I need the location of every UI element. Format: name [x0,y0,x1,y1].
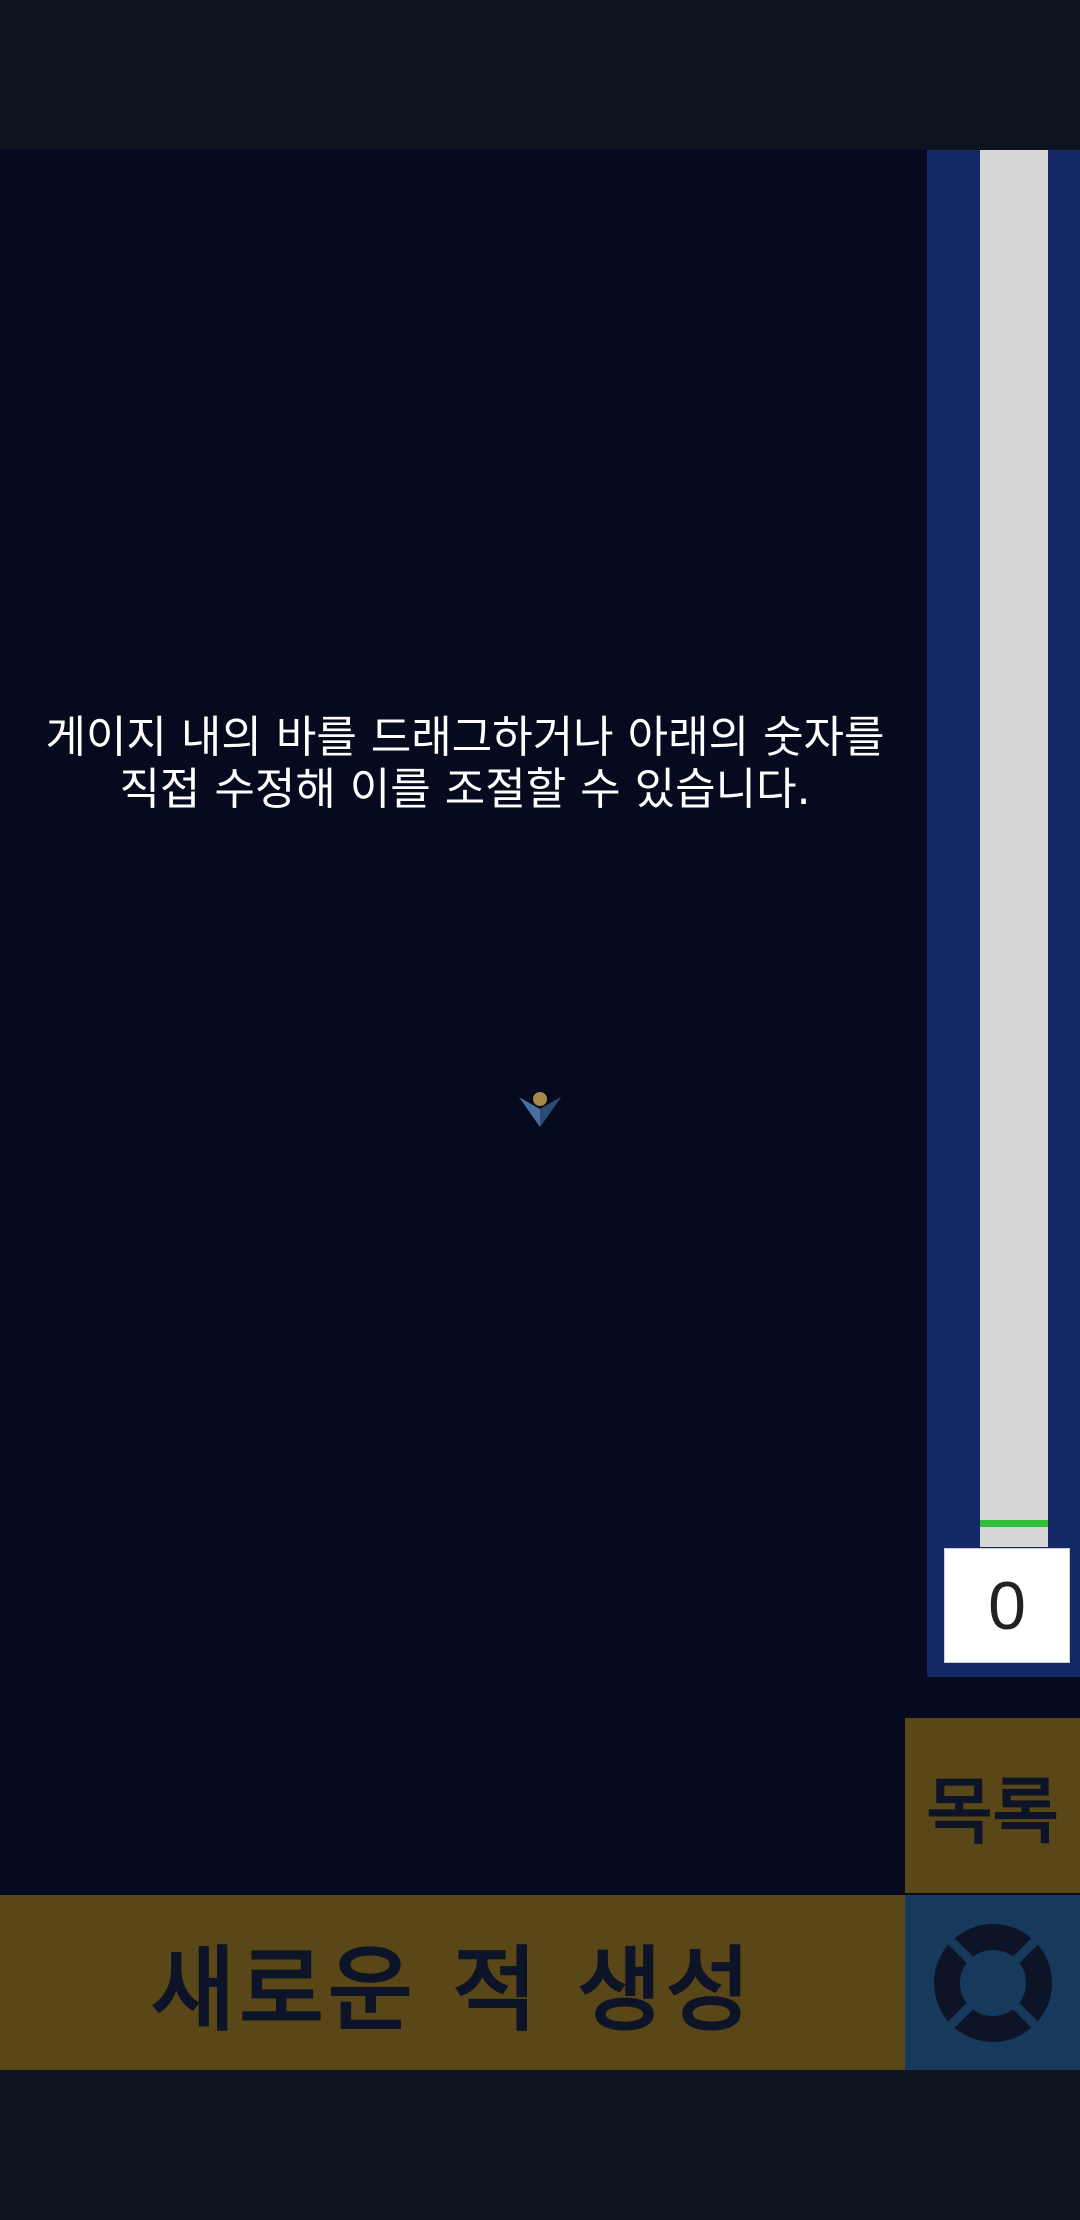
gauge-track[interactable] [980,150,1048,1547]
hint-text: 게이지 내의 바를 드래그하거나 아래의 숫자를 직접 수정해 이를 조절할 수… [45,712,885,815]
list-button-label: 목록 [926,1770,1059,1854]
status-bar [0,0,1080,150]
list-button[interactable]: 목록 [905,1718,1080,1893]
player-ship-icon [519,1092,561,1127]
gauge-value-input[interactable] [944,1548,1070,1663]
navigation-bar [0,2070,1080,2220]
spawn-enemy-button[interactable]: 새로운 적 생성 [0,1895,905,2070]
lifebuoy-icon [933,1923,1052,2042]
spawn-enemy-button-label: 새로운 적 생성 [150,1937,755,2044]
game-screen: 게이지 내의 바를 드래그하거나 아래의 숫자를 직접 수정해 이를 조절할 수… [0,0,1080,2220]
playfield[interactable] [0,150,1080,1895]
settings-button[interactable] [905,1895,1080,2070]
gauge-bar-handle[interactable] [980,1520,1048,1527]
